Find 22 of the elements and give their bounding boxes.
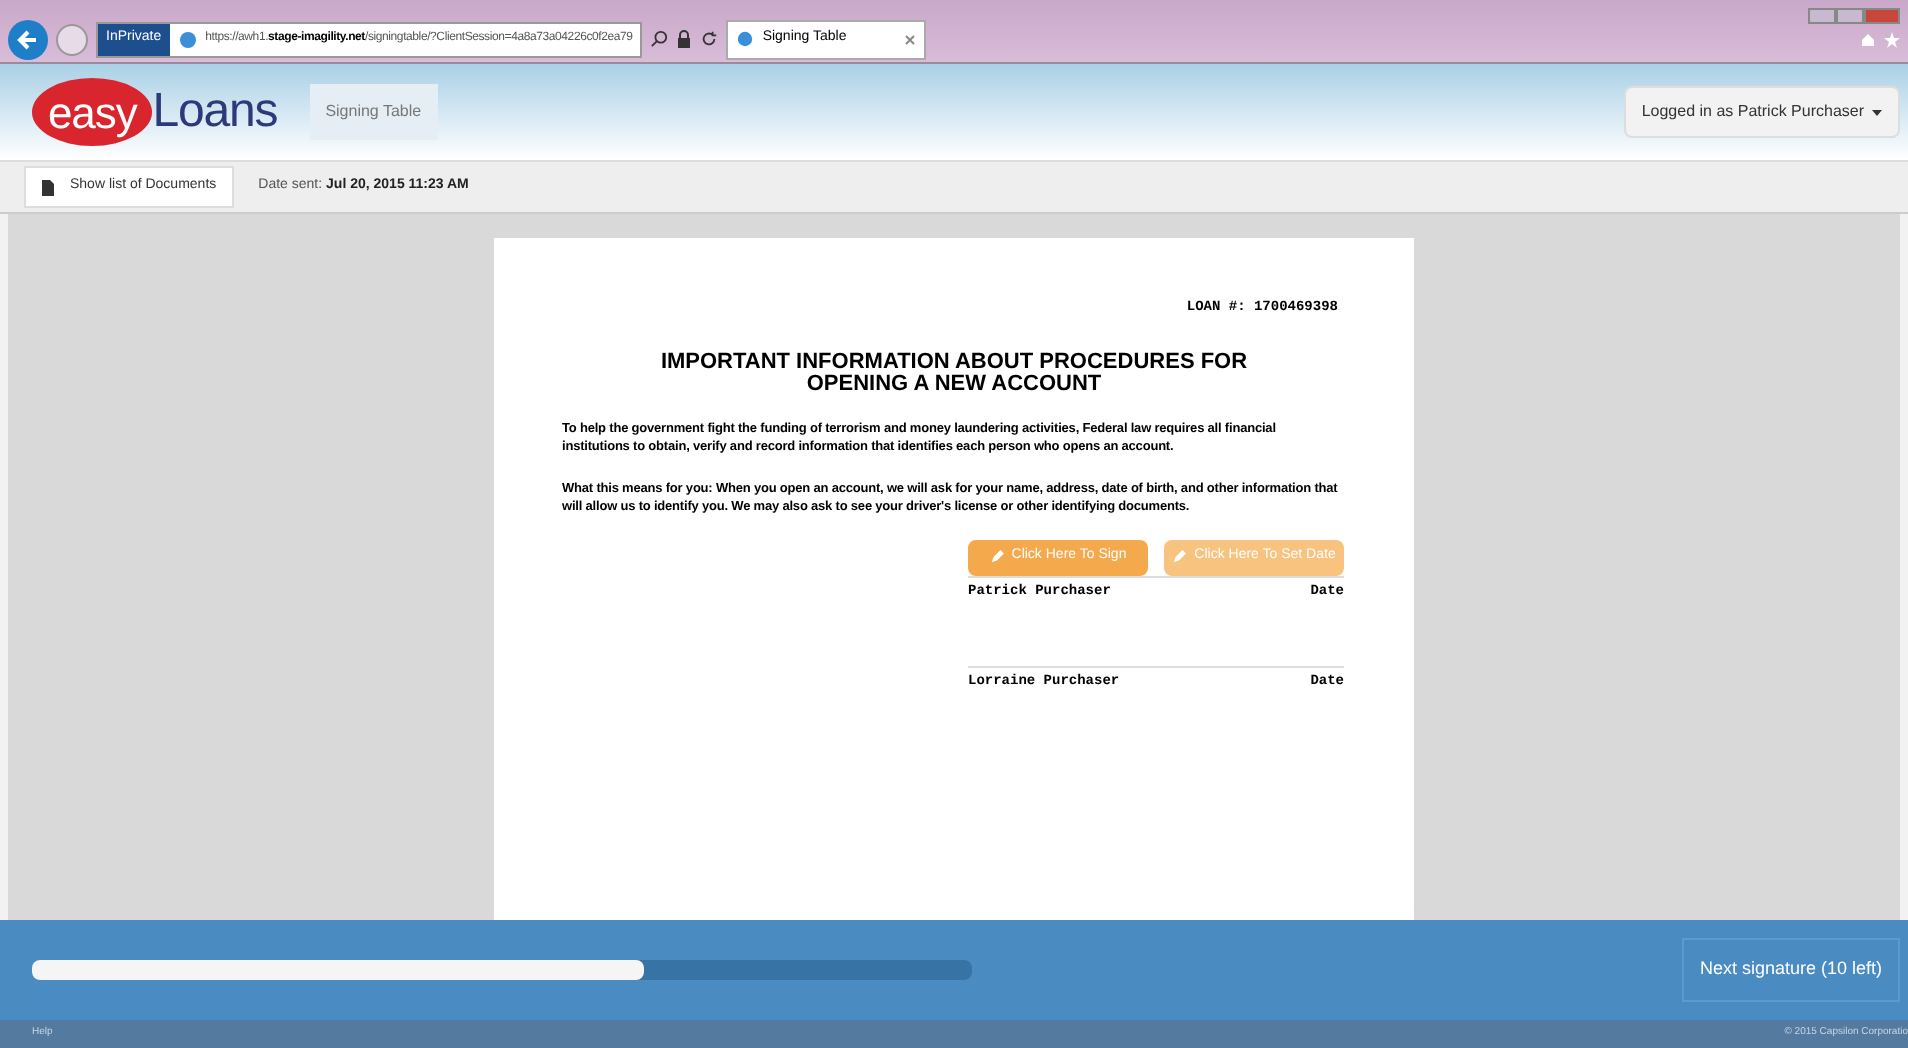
lock-icon <box>676 30 693 48</box>
pencil-icon <box>1172 550 1187 564</box>
back-arrow-icon <box>16 27 40 51</box>
document-title: IMPORTANT INFORMATION ABOUT PROCEDURES FOR OPENING A NEW ACCOUNT <box>658 351 1250 395</box>
nav-tab[interactable]: Signing Table <box>309 84 438 140</box>
document-icon <box>42 179 54 195</box>
search-icon[interactable] <box>650 30 669 48</box>
user-menu[interactable]: Logged in as Patrick Purchaser <box>1623 86 1900 138</box>
refresh-icon[interactable] <box>700 30 719 48</box>
next-signature-button[interactable]: Next signature (10 left) <box>1681 938 1900 1002</box>
caret-icon <box>1872 109 1882 115</box>
logo-badge: easy <box>32 78 153 146</box>
close-icon[interactable] <box>904 33 917 45</box>
pencil-icon <box>989 550 1004 564</box>
star-icon[interactable] <box>1884 32 1900 48</box>
minimize-button[interactable] <box>1808 8 1836 24</box>
maximize-button[interactable] <box>1836 8 1864 24</box>
logo-text: Loans <box>152 82 278 142</box>
close-button[interactable] <box>1864 8 1900 24</box>
home-icon[interactable] <box>1860 32 1876 48</box>
back-button[interactable] <box>8 19 48 59</box>
forward-button[interactable] <box>56 23 88 55</box>
